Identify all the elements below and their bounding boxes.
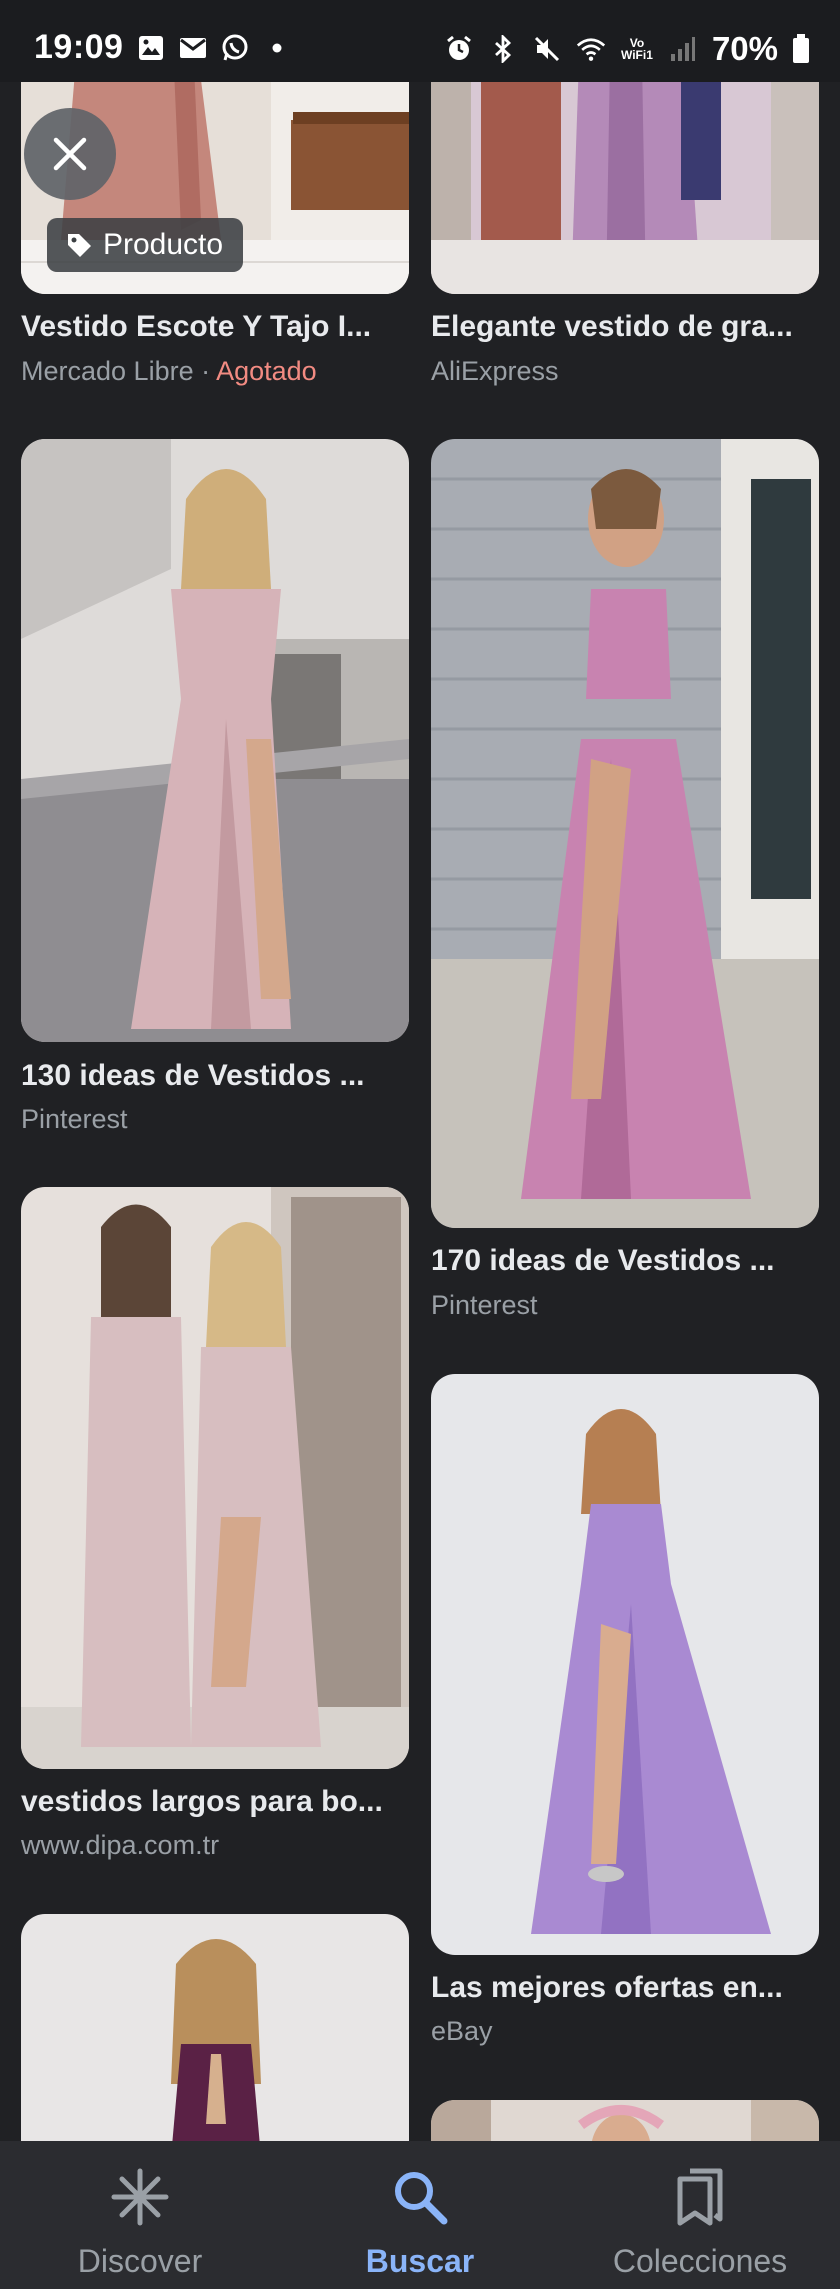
- result-source: eBay: [431, 2016, 493, 2046]
- result-card[interactable]: 130 ideas de Vestidos ... Pinterest: [21, 439, 409, 1139]
- result-title[interactable]: Las mejores ofertas en...: [431, 1971, 819, 2005]
- nav-discover-label: Discover: [77, 2243, 203, 2279]
- close-preview-button[interactable]: [24, 108, 116, 200]
- source-separator: ·: [193, 356, 217, 386]
- battery-percentage: 70%: [711, 30, 778, 67]
- result-source: Pinterest: [21, 1104, 128, 1134]
- search-icon: [395, 2172, 448, 2225]
- result-image[interactable]: [431, 1374, 819, 1955]
- source-name: Mercado Libre: [21, 356, 194, 386]
- nav-discover[interactable]: Discover: [0, 2141, 280, 2289]
- result-image[interactable]: [21, 1187, 409, 1769]
- mute-icon: [532, 35, 562, 63]
- nav-buscar-label: Buscar: [365, 2243, 475, 2279]
- result-title[interactable]: 130 ideas de Vestidos ...: [21, 1059, 409, 1093]
- image-results-grid: Vestido Escote Y Tajo I... Mercado Libre…: [0, 0, 840, 2289]
- nav-buscar[interactable]: Buscar: [280, 2141, 560, 2289]
- status-time: 19:09: [34, 28, 124, 66]
- result-source: www.dipa.com.tr: [21, 1830, 220, 1860]
- result-image[interactable]: [21, 439, 409, 1042]
- system-icons: Vo WiFi1 70%: [444, 30, 810, 68]
- result-source: AliExpress: [431, 356, 559, 386]
- dress-photo: [431, 1374, 819, 1955]
- dress-photo: [431, 439, 819, 1228]
- alarm-icon: [444, 35, 474, 63]
- vowifi-indicator: Vo WiFi1: [620, 36, 653, 62]
- result-title[interactable]: Vestido Escote Y Tajo I...: [21, 310, 409, 344]
- whatsapp-notification-icon: [220, 34, 250, 62]
- signal-icon: [668, 35, 698, 63]
- close-icon: [53, 137, 87, 171]
- wifi-icon: [576, 35, 606, 63]
- gallery-notification-icon: [136, 34, 166, 62]
- discover-asterisk-icon: [111, 2168, 169, 2226]
- result-source: Mercado Libre · Agotado: [21, 356, 317, 387]
- dress-photo: [21, 1187, 409, 1769]
- notification-icons: [136, 34, 292, 62]
- battery-icon: [792, 34, 810, 63]
- nav-colecciones[interactable]: Colecciones: [560, 2141, 840, 2289]
- result-image[interactable]: [431, 439, 819, 1228]
- gmail-notification-icon: [178, 34, 208, 62]
- result-source: Pinterest: [431, 1290, 538, 1320]
- result-card[interactable]: Las mejores ofertas en... eBay: [431, 1374, 819, 2054]
- result-card[interactable]: vestidos largos para bo... www.dipa.com.…: [21, 1187, 409, 1867]
- bottom-navigation: Discover Buscar Colecciones: [0, 2141, 840, 2289]
- product-chip: Producto: [47, 218, 244, 272]
- tag-icon: [68, 234, 91, 257]
- dress-photo: [21, 439, 409, 1042]
- result-title[interactable]: 170 ideas de Vestidos ...: [431, 1244, 819, 1278]
- collections-bookmark-icon: [677, 2168, 723, 2226]
- product-chip-label: Producto: [103, 228, 224, 261]
- result-title[interactable]: Elegante vestido de gra...: [431, 310, 819, 344]
- nav-colecciones-label: Colecciones: [612, 2243, 788, 2279]
- status-bar: 19:09 Vo WiFi1 70%: [0, 0, 840, 82]
- stock-status: Agotado: [216, 356, 317, 386]
- bluetooth-icon: [488, 35, 518, 63]
- result-card[interactable]: 170 ideas de Vestidos ... Pinterest: [431, 439, 819, 1324]
- more-notifications-dot-icon: [262, 34, 292, 62]
- result-title[interactable]: vestidos largos para bo...: [21, 1785, 409, 1819]
